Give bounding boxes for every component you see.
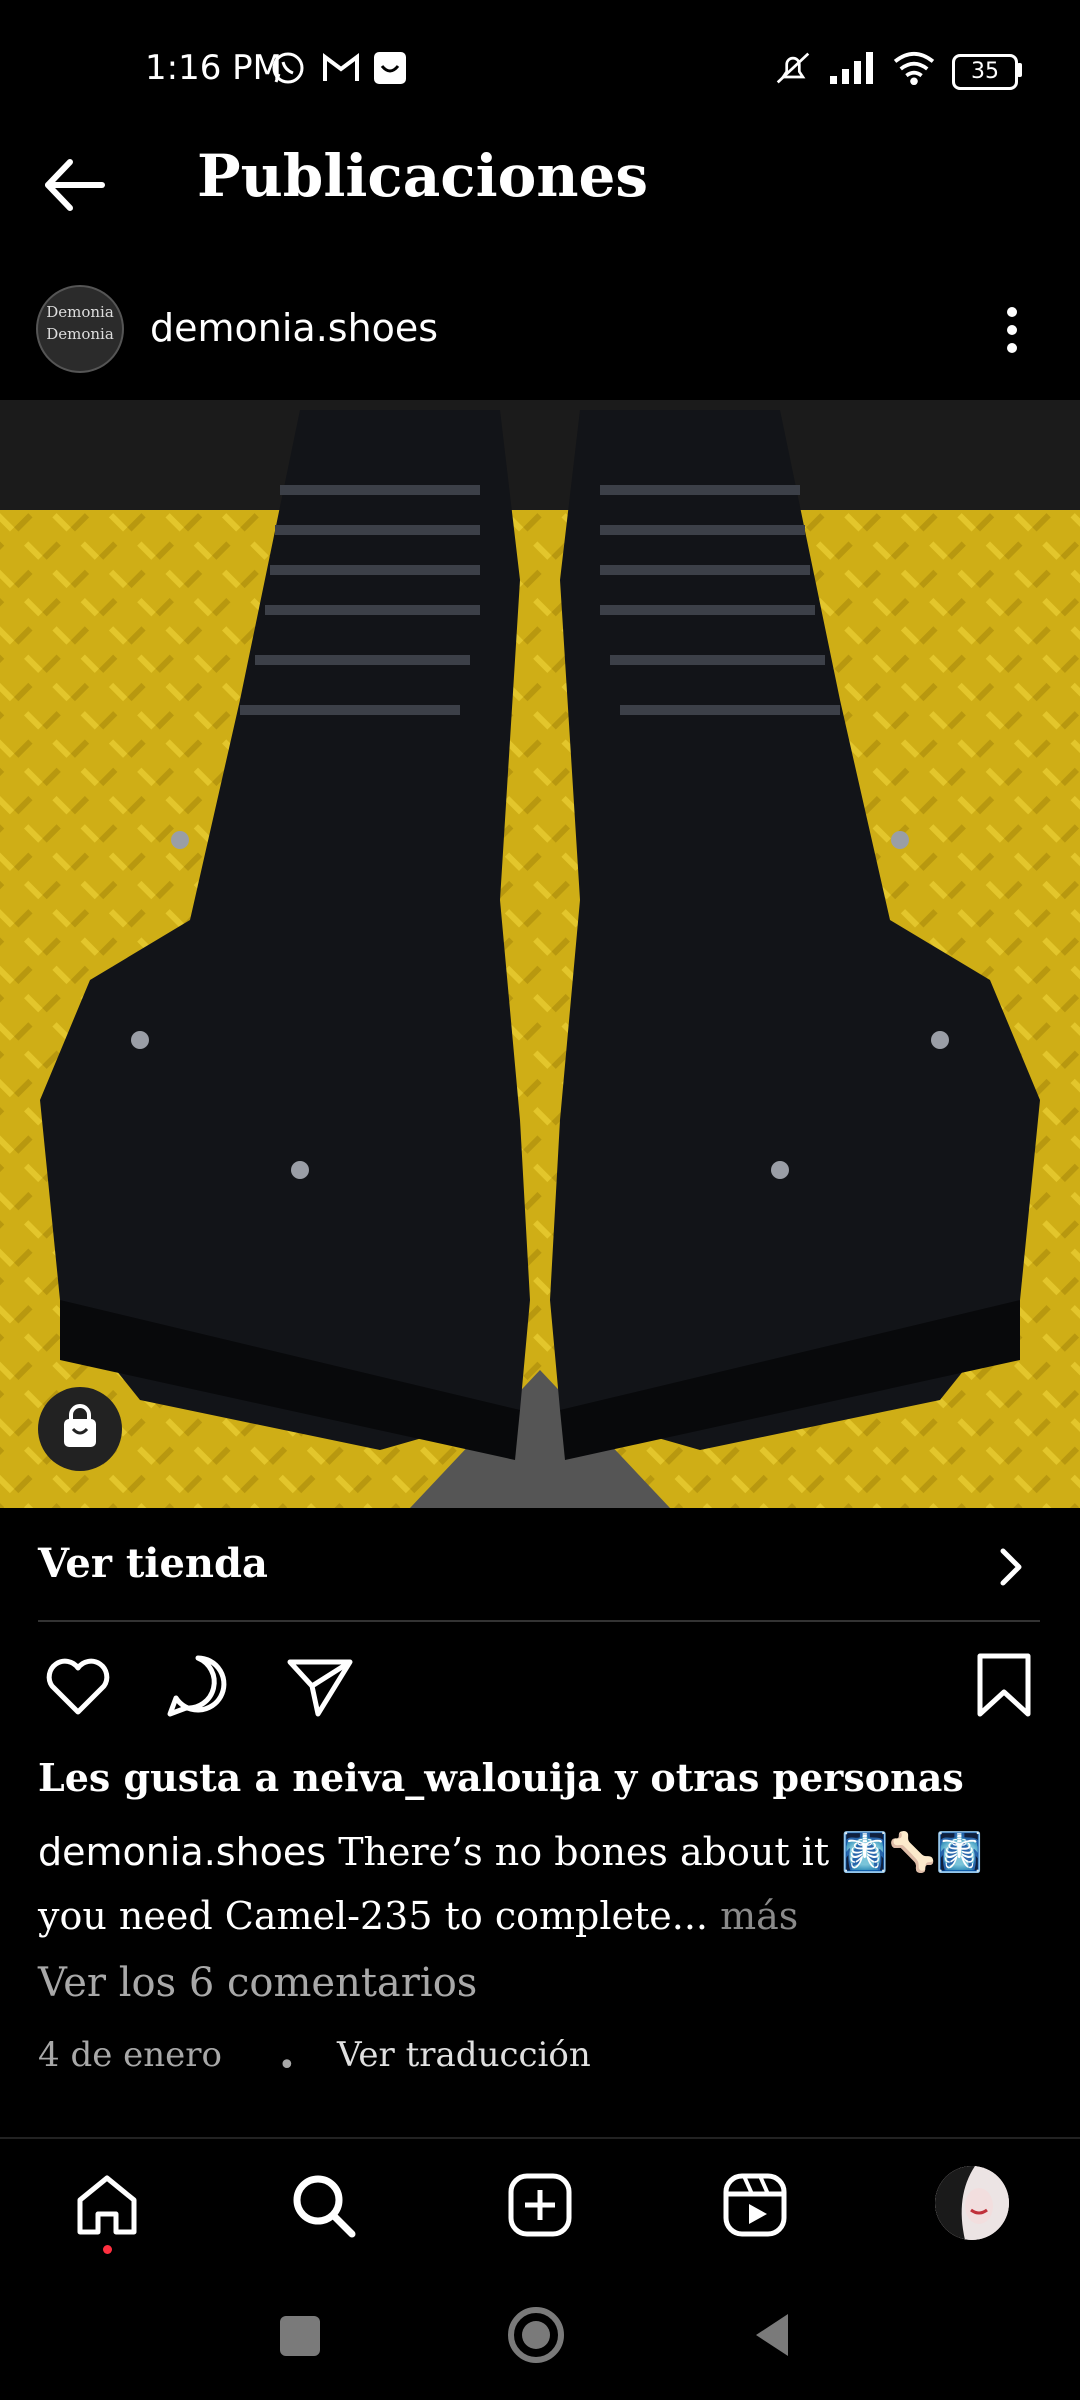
arrow-left-icon[interactable] xyxy=(40,150,110,220)
notification-icon xyxy=(374,52,406,84)
recents-button[interactable] xyxy=(280,2316,320,2356)
battery-tip xyxy=(1017,63,1022,77)
battery-level: 35 xyxy=(971,59,999,84)
caption: demonia.shoes There’s no bones about it … xyxy=(38,1820,1048,1948)
view-comments-link[interactable]: Ver los 6 comentarios xyxy=(38,1960,477,2006)
profile-avatar[interactable] xyxy=(935,2166,1009,2240)
chevron-right-icon[interactable] xyxy=(995,1545,1025,1589)
likes-text[interactable]: Les gusta a neiva_walouija y otras perso… xyxy=(38,1755,964,1800)
signal-icon xyxy=(830,52,873,84)
separator-dot: • xyxy=(278,2048,296,2083)
create-icon[interactable] xyxy=(505,2170,575,2240)
more-options-icon[interactable] xyxy=(1005,305,1019,355)
mute-icon xyxy=(776,52,810,84)
avatar-logo-text: Demonia Demonia xyxy=(46,303,114,343)
heart-icon[interactable] xyxy=(42,1650,114,1722)
bookmark-icon[interactable] xyxy=(968,1650,1040,1722)
post-image[interactable] xyxy=(0,400,1080,1508)
caption-more-link[interactable]: más xyxy=(720,1894,798,1938)
home-icon[interactable] xyxy=(72,2170,142,2240)
caption-username[interactable]: demonia.shoes xyxy=(38,1830,326,1874)
whatsapp-icon xyxy=(272,52,304,84)
search-icon[interactable] xyxy=(288,2170,358,2240)
gmail-icon xyxy=(323,53,359,81)
share-icon[interactable] xyxy=(284,1650,356,1722)
divider xyxy=(38,1620,1040,1622)
see-translation-link[interactable]: Ver traducción xyxy=(337,2035,591,2075)
status-time: 1:16 PM xyxy=(145,48,282,88)
avatar[interactable]: Demonia Demonia xyxy=(36,285,124,373)
comment-icon[interactable] xyxy=(162,1650,234,1722)
battery-icon: 35 xyxy=(952,54,1018,90)
boots-photo xyxy=(0,400,1080,1508)
back-button[interactable] xyxy=(752,2310,792,2360)
post-date: 4 de enero xyxy=(38,2035,222,2075)
post-username[interactable]: demonia.shoes xyxy=(150,306,438,350)
shopping-bag-icon xyxy=(64,1404,96,1447)
status-bar: 1:16 PM 35 xyxy=(0,0,1080,130)
home-button[interactable] xyxy=(506,2305,566,2365)
reels-icon[interactable] xyxy=(720,2170,790,2240)
profile-photo xyxy=(935,2166,1009,2240)
wifi-icon xyxy=(893,51,935,86)
view-shop-link[interactable]: Ver tienda xyxy=(38,1540,268,1587)
nav-divider xyxy=(0,2137,1080,2139)
notification-dot xyxy=(103,2245,112,2254)
shopping-bag-button[interactable] xyxy=(38,1387,122,1471)
page-title: Publicaciones xyxy=(197,142,649,210)
